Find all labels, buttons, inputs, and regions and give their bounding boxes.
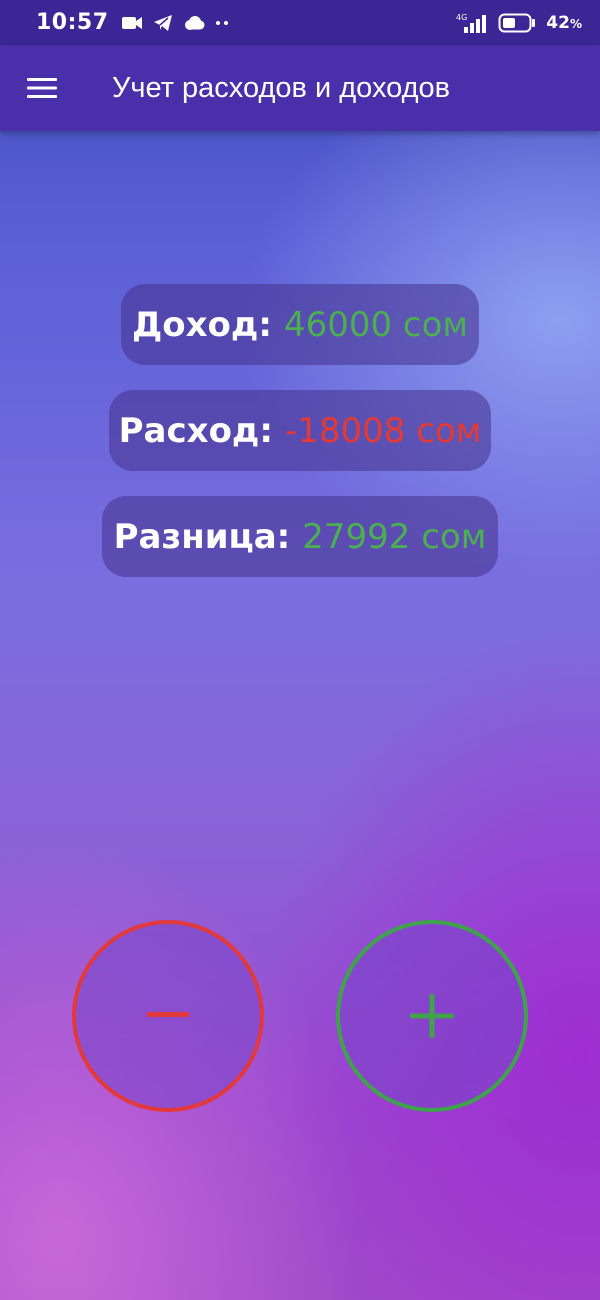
status-time: 10:57: [36, 10, 109, 35]
expense-card: Расход: -18008 сом: [109, 390, 491, 471]
battery-icon: [498, 13, 536, 32]
expense-value: -18008 сом: [285, 410, 482, 451]
difference-value: 27992 сом: [302, 516, 487, 557]
hamburger-menu-icon: [27, 78, 57, 98]
plus-icon: [410, 994, 454, 1038]
more-notifications-icon: [215, 20, 228, 25]
video-camera-icon: [121, 16, 142, 29]
status-system-icons: 4G 42%: [456, 12, 582, 34]
telegram-icon: [153, 14, 172, 31]
battery-percentage: 42%: [546, 12, 582, 33]
status-bar: 10:57 4G 42%: [0, 0, 600, 45]
expense-label: Расход:: [118, 410, 273, 451]
cloud-icon: [184, 15, 205, 30]
income-value: 46000 сом: [283, 304, 469, 345]
menu-button[interactable]: [0, 45, 84, 131]
add-expense-button[interactable]: [72, 920, 264, 1112]
summary-panel: Доход: 46000 сом Расход: -18008 сом Разн…: [0, 284, 600, 577]
minus-icon: [147, 1012, 189, 1017]
app-bar: Учет расходов и доходов: [0, 45, 600, 131]
income-card: Доход: 46000 сом: [121, 284, 479, 365]
status-notification-icons: [121, 14, 231, 32]
difference-card: Разница: 27992 сом: [102, 496, 498, 577]
income-label: Доход:: [131, 304, 272, 345]
difference-label: Разница:: [113, 516, 291, 557]
network-type: 4G: [456, 13, 467, 22]
page-title: Учет расходов и доходов: [112, 71, 451, 104]
signal-4g-icon: 4G: [456, 13, 487, 33]
add-income-button[interactable]: [336, 920, 528, 1112]
